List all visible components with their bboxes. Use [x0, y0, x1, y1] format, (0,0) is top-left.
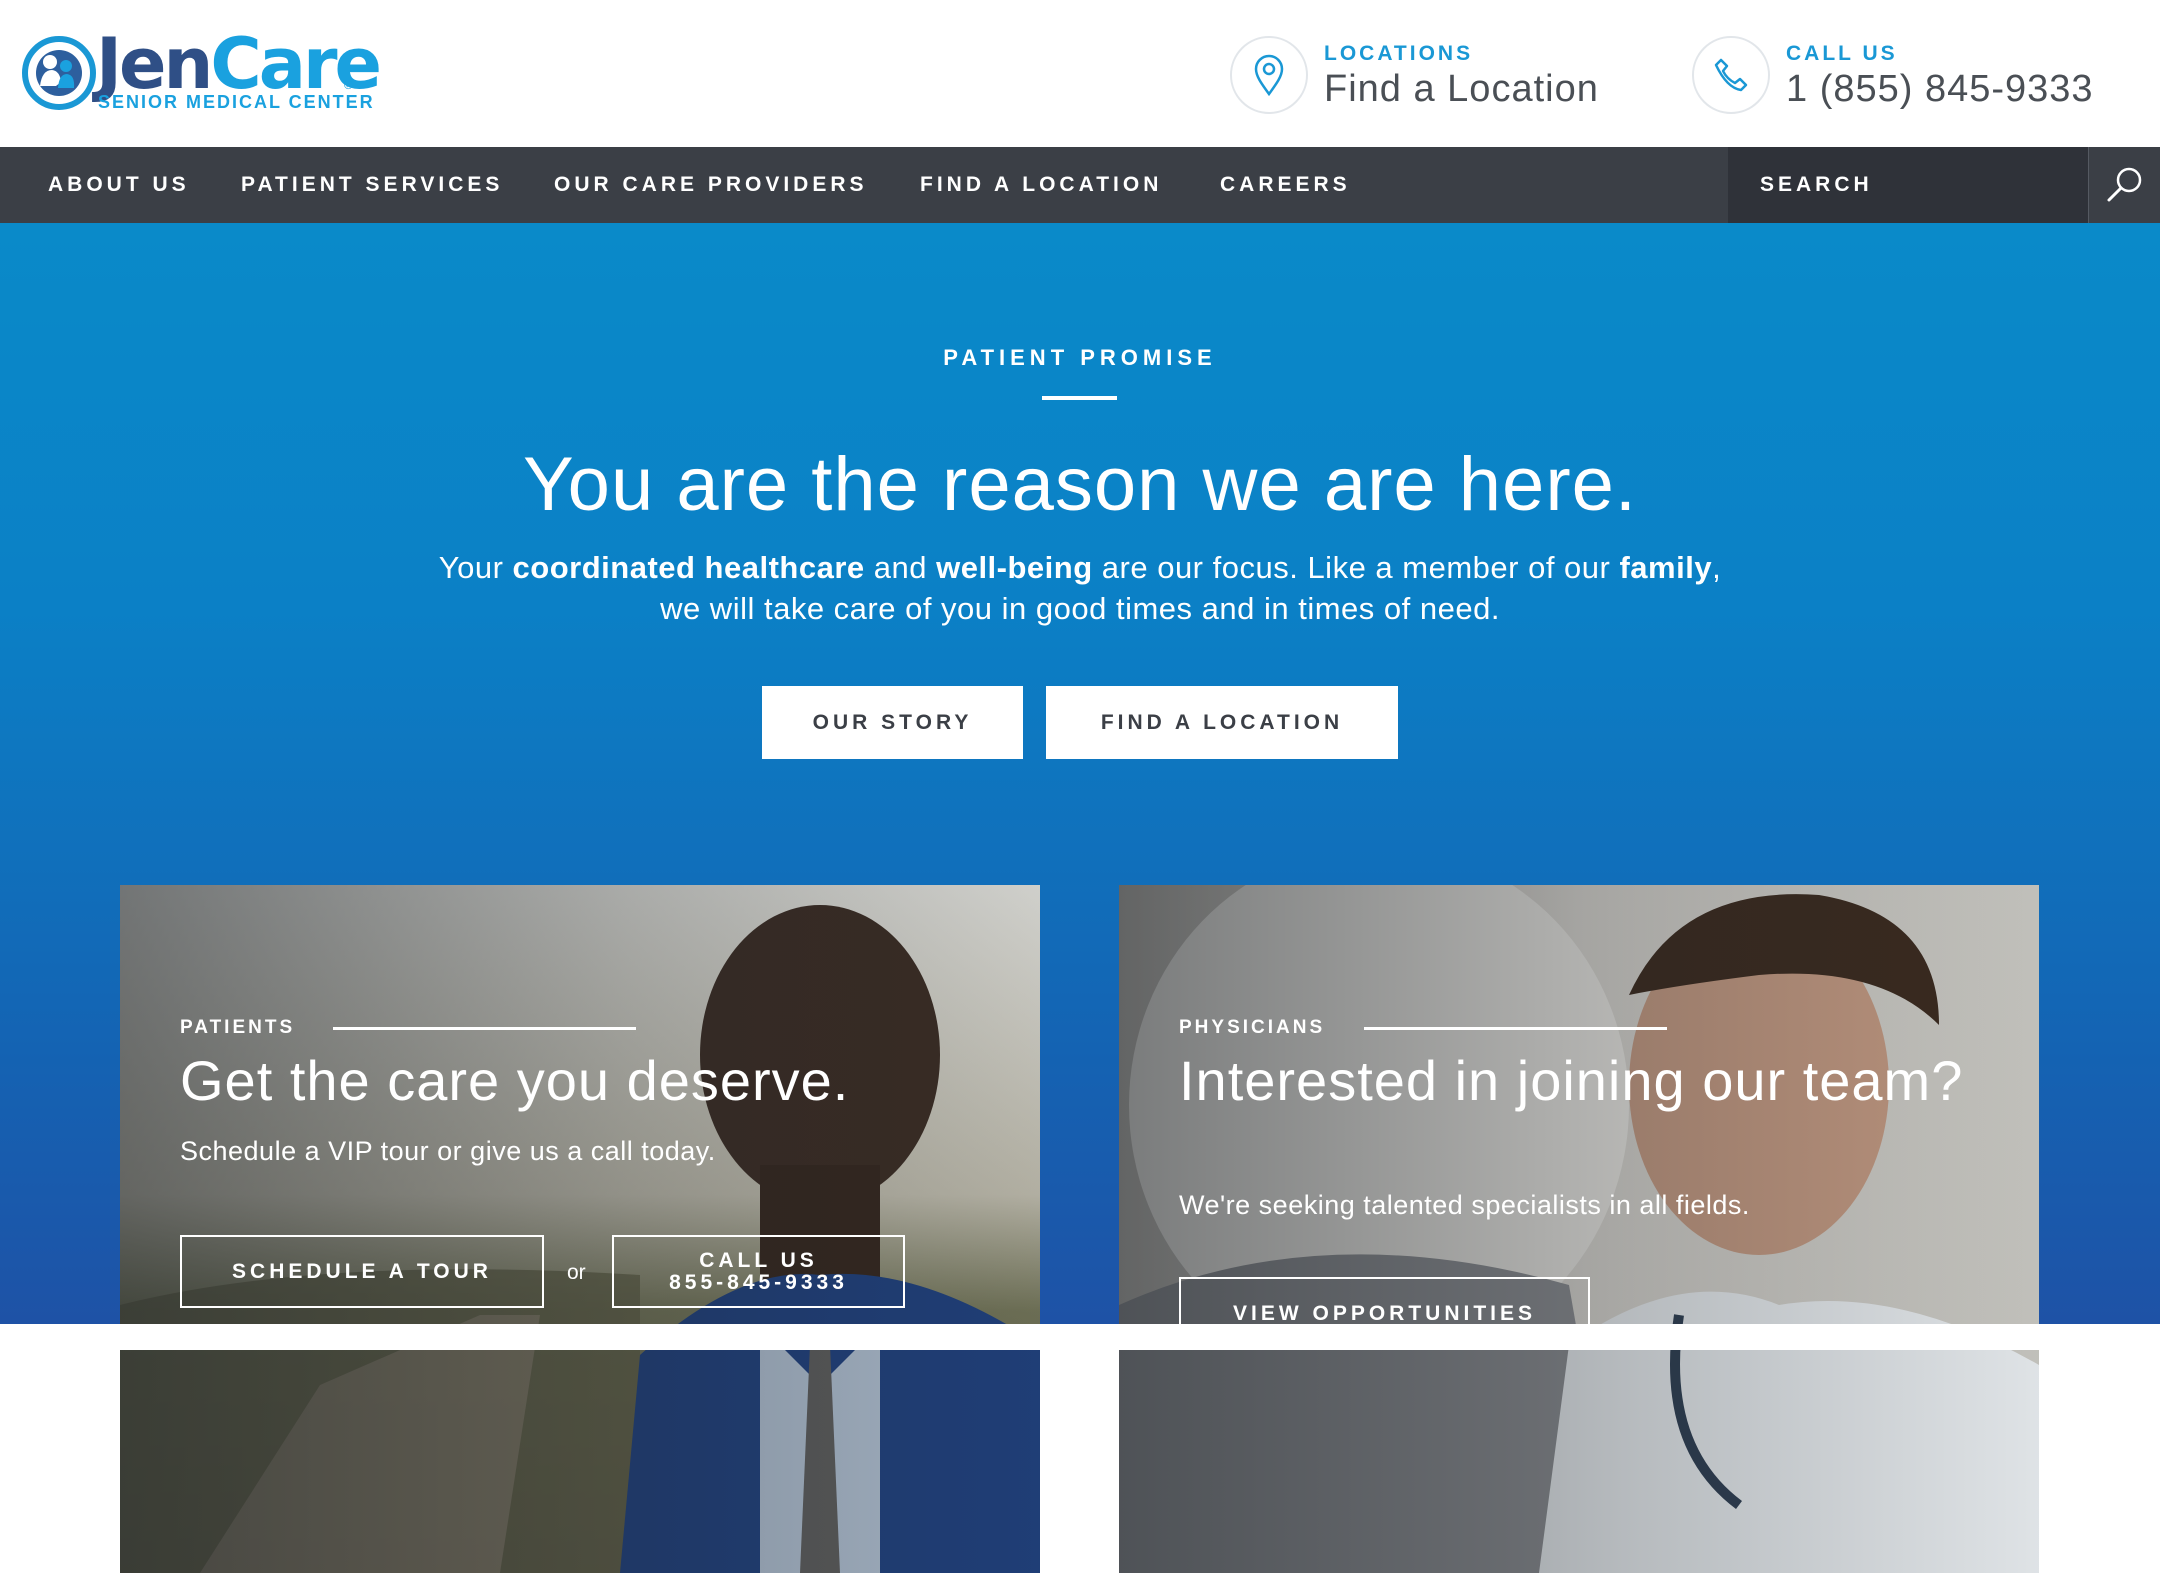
- hero-sub-part: and: [864, 550, 937, 585]
- registered-mark: ®: [344, 78, 353, 92]
- or-separator: or: [567, 1261, 586, 1284]
- page-bottom-strip: [0, 1324, 2160, 1350]
- hero-sub-part: are our focus. Like a member of our: [1092, 550, 1620, 585]
- search-icon: [2107, 167, 2141, 202]
- hero-sub-bold: well-being: [936, 550, 1093, 585]
- nav-item-find-a-location[interactable]: FIND A LOCATION: [920, 147, 1162, 223]
- logo-emblem-icon: [22, 36, 96, 110]
- phone-icon: [1692, 36, 1770, 114]
- call-value: 1 (855) 845-9333: [1786, 68, 2094, 110]
- schedule-tour-button[interactable]: SCHEDULE A TOUR: [180, 1235, 544, 1308]
- physicians-text: We're seeking talented specialists in al…: [1179, 1190, 1750, 1220]
- physicians-card: PHYSICIANS Interested in joining our tea…: [1119, 885, 2039, 1573]
- site-header: JenCare ® SENIOR MEDICAL CENTER LOCATION…: [0, 0, 2160, 147]
- hero-sub-part: Your: [438, 550, 513, 585]
- patients-title: Get the care you deserve.: [180, 1049, 850, 1112]
- search-button[interactable]: [2088, 147, 2160, 223]
- hero-subtext: Your coordinated healthcare and well-bei…: [430, 547, 1730, 629]
- patients-eyebrow: PATIENTS: [180, 1017, 296, 1038]
- nav-item-careers[interactable]: CAREERS: [1220, 147, 1351, 223]
- call-label: CALL US: [1786, 42, 1898, 65]
- physicians-card-overlay: [1119, 885, 2039, 1573]
- search-box: [1728, 147, 2088, 223]
- hero-headline: You are the reason we are here.: [522, 442, 1638, 527]
- call-us-button[interactable]: CALL US 855-845-9333: [612, 1235, 905, 1308]
- header-call-link[interactable]: CALL US 1 (855) 845-9333: [1692, 36, 2122, 116]
- call-us-button-number: 855-845-9333: [669, 1270, 848, 1294]
- physicians-eyebrow-divider: [1364, 1027, 1667, 1030]
- nav-item-about-us[interactable]: ABOUT US: [48, 147, 190, 223]
- logo-tagline: SENIOR MEDICAL CENTER: [98, 92, 375, 112]
- patients-eyebrow-divider: [333, 1027, 636, 1030]
- our-story-button[interactable]: OUR STORY: [762, 686, 1023, 759]
- header-locations-link[interactable]: LOCATIONS Find a Location: [1230, 36, 1630, 116]
- map-pin-icon: [1230, 36, 1308, 114]
- nav-item-patient-services[interactable]: PATIENT SERVICES: [241, 147, 503, 223]
- jencare-logo[interactable]: JenCare ® SENIOR MEDICAL CENTER: [22, 24, 382, 118]
- patients-card-overlay: [120, 885, 1040, 1573]
- locations-value: Find a Location: [1324, 68, 1599, 110]
- hero-find-location-button[interactable]: FIND A LOCATION: [1046, 686, 1398, 759]
- hero-sub-bold: coordinated healthcare: [512, 550, 865, 585]
- search-input[interactable]: [1728, 147, 2088, 223]
- physicians-title: Interested in joining our team?: [1179, 1049, 1964, 1112]
- physicians-eyebrow: PHYSICIANS: [1179, 1017, 1326, 1038]
- main-nav: ABOUT US PATIENT SERVICES OUR CARE PROVI…: [0, 147, 2160, 223]
- hero-eyebrow: PATIENT PROMISE: [943, 345, 1217, 370]
- hero-eyebrow-divider: [1042, 396, 1117, 400]
- locations-label: LOCATIONS: [1324, 42, 1474, 65]
- patients-card: PATIENTS Get the care you deserve. Sched…: [120, 885, 1040, 1573]
- hero-sub-bold: family: [1619, 550, 1713, 585]
- patients-text: Schedule a VIP tour or give us a call to…: [180, 1136, 716, 1166]
- nav-item-our-care-providers[interactable]: OUR CARE PROVIDERS: [554, 147, 868, 223]
- hero-section: PATIENT PROMISE You are the reason we ar…: [0, 223, 2160, 1573]
- call-us-button-label: CALL US: [699, 1248, 818, 1272]
